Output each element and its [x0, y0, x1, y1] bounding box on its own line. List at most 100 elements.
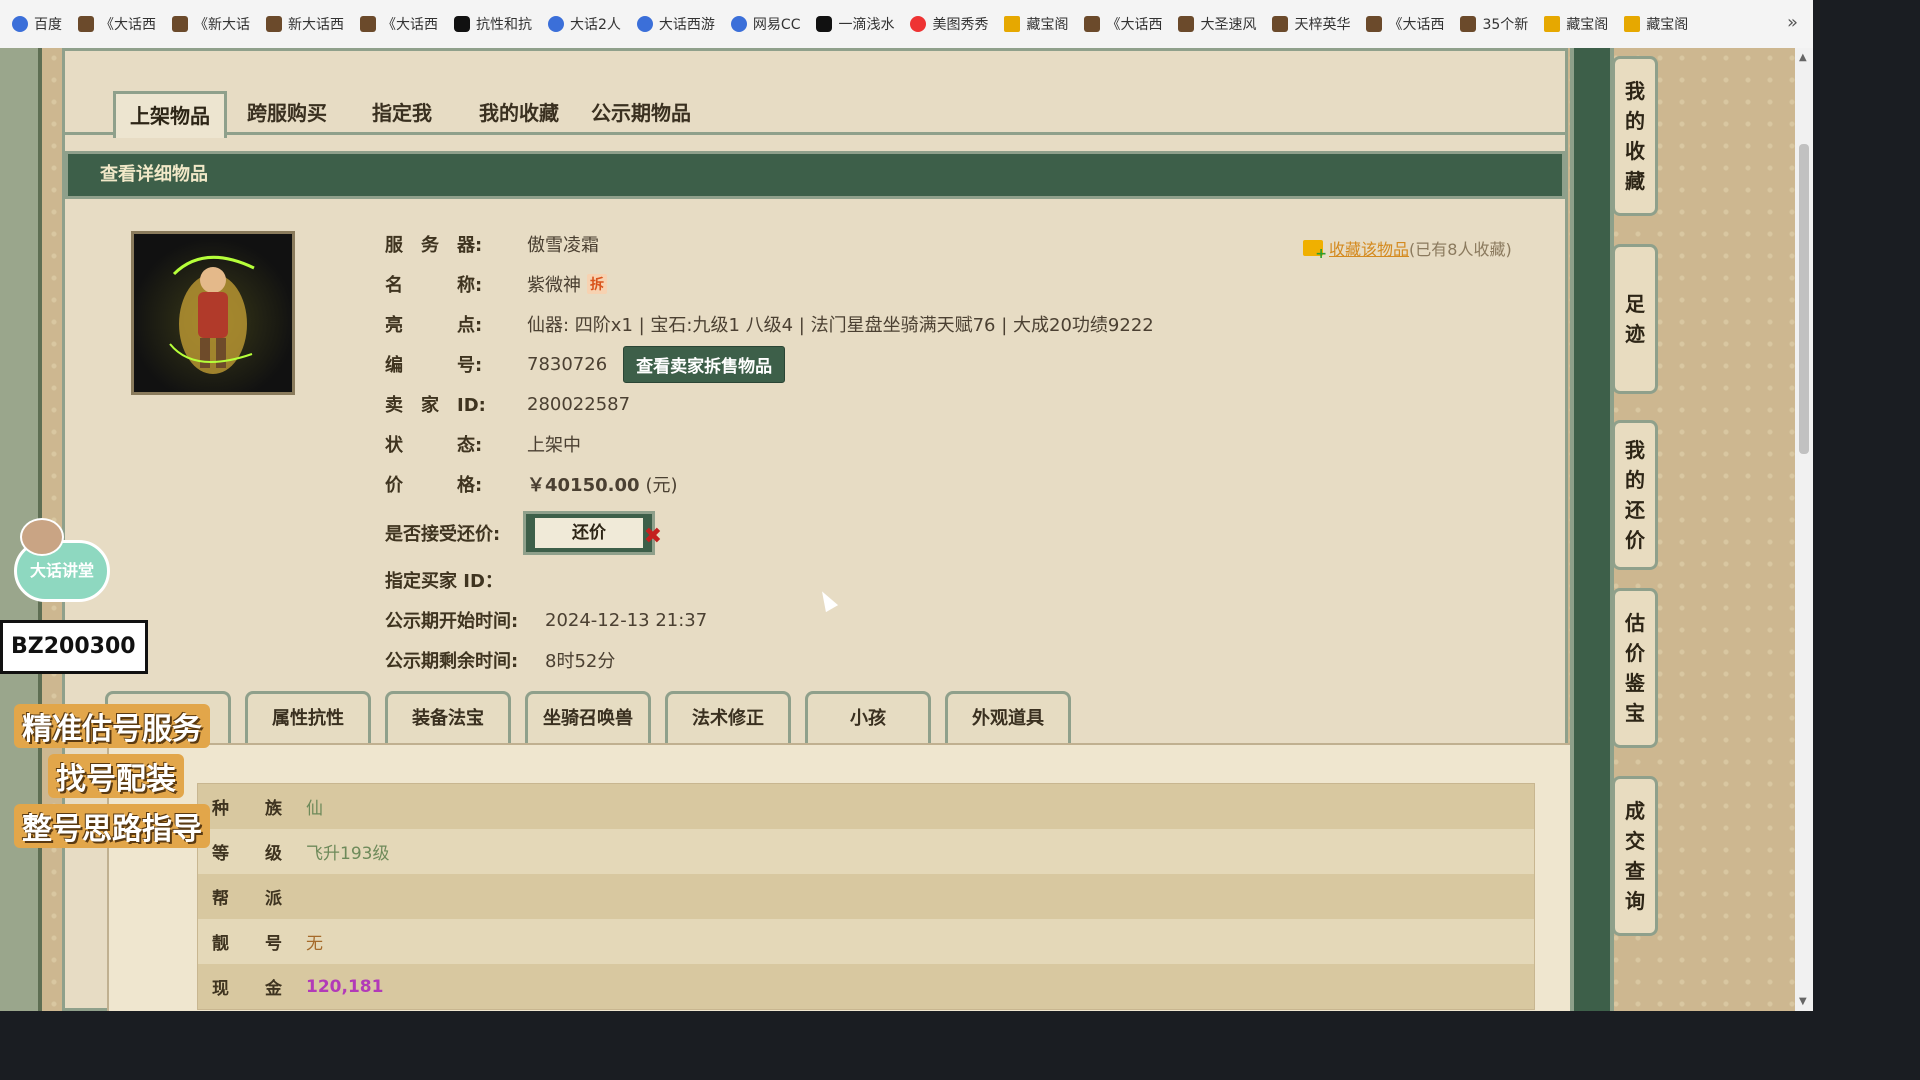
- bookmark-label: 藏宝阁: [1566, 17, 1609, 33]
- subtab-spells[interactable]: 法术修正: [665, 691, 791, 745]
- game-icon: [1460, 16, 1477, 32]
- status-label: 状 态:: [385, 435, 483, 456]
- doc-icon: [454, 16, 470, 32]
- scroll-thumb[interactable]: [1799, 144, 1809, 454]
- table-row: 等级飞升193级: [198, 829, 1534, 874]
- bookmark-item[interactable]: 35个新: [1460, 14, 1528, 34]
- bookmark-label: 大话西游: [658, 17, 715, 33]
- bookmark-item[interactable]: 天梓英华: [1272, 14, 1350, 34]
- side-footprint-button[interactable]: 足迹: [1612, 244, 1658, 394]
- bookmark-label: 藏宝阁: [1026, 17, 1069, 33]
- counter-offer-button[interactable]: 还价 ✖: [523, 511, 662, 555]
- server-label: 服 务 器:: [385, 235, 483, 256]
- subtab-mounts[interactable]: 坐骑召唤兽: [525, 691, 651, 745]
- side-nav-char: 藏: [1625, 169, 1645, 193]
- favorite-item: 收藏该物品 (已有8人收藏): [1303, 236, 1512, 262]
- bookmark-item[interactable]: 抗性和抗: [454, 14, 532, 34]
- bookmark-label: 《大话西: [1106, 17, 1163, 33]
- seller-label: 卖 家 ID:: [385, 395, 486, 416]
- tab-bar: 上架物品 跨服购买 指定我 我的收藏 公示期物品: [65, 51, 1565, 138]
- game-icon: [360, 16, 376, 32]
- side-nav-char: 询: [1625, 889, 1645, 913]
- bookmark-item[interactable]: 《大话西: [1366, 14, 1444, 34]
- promo-code: BZ200300: [0, 620, 148, 674]
- bookmark-item[interactable]: 《大话西: [78, 14, 156, 34]
- row-key-part: 金: [265, 979, 282, 999]
- side-appraisal-button[interactable]: 估价鉴宝: [1612, 588, 1658, 748]
- treasure-icon: [1624, 16, 1641, 32]
- tab-listed-items[interactable]: 上架物品: [113, 91, 227, 138]
- row-value: 无: [306, 934, 323, 954]
- tab-my-favorites[interactable]: 我的收藏: [465, 91, 573, 135]
- bookmark-item[interactable]: 藏宝阁: [1624, 14, 1688, 34]
- side-nav-char: 我: [1625, 79, 1645, 103]
- side-my-favorites-button[interactable]: 我的收藏: [1612, 56, 1658, 216]
- side-my-offers-button[interactable]: 我的还价: [1612, 420, 1658, 570]
- info-table: 种族仙等级飞升193级帮派靓号无现金 120,181: [197, 783, 1535, 1010]
- name-value: 紫微神: [527, 275, 581, 296]
- bookmark-item[interactable]: 大话2人: [548, 14, 621, 34]
- bookmark-item[interactable]: 《新大话: [172, 14, 250, 34]
- row-key: 靓号: [198, 929, 306, 954]
- favorite-link[interactable]: 收藏该物品: [1329, 236, 1409, 260]
- bookmark-label: 网易CC: [752, 17, 801, 33]
- bookmark-item[interactable]: 大圣速风: [1178, 14, 1256, 34]
- bookmark-item[interactable]: 《大话西: [360, 14, 438, 34]
- vertical-scrollbar[interactable]: ▲ ▼: [1795, 48, 1813, 1011]
- bookmark-label: 大圣速风: [1200, 17, 1257, 33]
- field-counter-offer: 是否接受还价: 还价 ✖: [385, 509, 662, 557]
- scroll-up-icon[interactable]: ▲: [1799, 52, 1807, 63]
- cc-icon: [730, 16, 747, 32]
- treasure-icon: [1544, 16, 1561, 32]
- bookmark-item[interactable]: 大话西游: [636, 14, 715, 34]
- bookmark-label: 新大话西: [288, 17, 344, 33]
- bookmark-item[interactable]: 藏宝阁: [1544, 14, 1608, 34]
- scroll-down-icon[interactable]: ▼: [1799, 996, 1807, 1007]
- bookmark-item[interactable]: 藏宝阁: [1004, 14, 1068, 34]
- side-nav-char: 收: [1625, 139, 1645, 163]
- tab-cross-server[interactable]: 跨服购买: [233, 91, 341, 135]
- close-icon: ✖: [643, 524, 662, 549]
- bookmark-label: 抗性和抗: [476, 17, 532, 33]
- side-nav-char: 足: [1625, 292, 1645, 316]
- row-key-part: 号: [265, 934, 282, 954]
- side-deal-query-button[interactable]: 成交查询: [1612, 776, 1658, 936]
- table-row: 帮派: [198, 874, 1534, 919]
- row-value: 飞升193级: [306, 844, 390, 864]
- view-seller-items-button[interactable]: 查看卖家拆售物品: [623, 345, 786, 383]
- table-row: 现金 120,181: [198, 964, 1534, 1009]
- bookmark-item[interactable]: 美图秀秀: [910, 14, 988, 34]
- field-name: 名 称: 紫微神 拆: [385, 269, 607, 299]
- game-icon: [266, 16, 282, 32]
- field-seller: 卖 家 ID: 280022587: [385, 389, 630, 419]
- buyer-label: 指定买家 ID：: [385, 571, 503, 592]
- side-nav-char: 价: [1625, 641, 1645, 665]
- bookmark-label: 35个新: [1482, 17, 1529, 33]
- field-server: 服 务 器: 傲雪凌霜: [385, 229, 599, 259]
- subtab-appearance[interactable]: 外观道具: [945, 691, 1071, 745]
- split-badge: 拆: [587, 274, 607, 294]
- subtab-child[interactable]: 小孩: [805, 691, 931, 745]
- subtab-equipment[interactable]: 装备法宝: [385, 691, 511, 745]
- bookmark-item[interactable]: 新大话西: [266, 14, 344, 34]
- status-value: 上架中: [527, 435, 581, 456]
- number-value: 7830726: [527, 353, 608, 375]
- netease-icon: [548, 16, 564, 32]
- bookmark-item[interactable]: 百度: [12, 14, 62, 34]
- tab-assigned-to-me[interactable]: 指定我: [358, 91, 446, 135]
- bookmark-item[interactable]: 《大话西: [1084, 14, 1162, 34]
- game-icon: [78, 16, 94, 32]
- row-key-part: 族: [265, 799, 282, 819]
- side-nav-char: 交: [1625, 829, 1645, 853]
- bookmark-label: 大话2人: [570, 17, 621, 33]
- bookmark-item[interactable]: 网易CC: [730, 14, 801, 34]
- side-nav-char: 迹: [1625, 322, 1645, 346]
- bookmarks-more-button[interactable]: »: [1787, 12, 1798, 33]
- server-value: 傲雪凌霜: [527, 235, 599, 256]
- tab-public-items[interactable]: 公示期物品: [577, 91, 705, 135]
- subtab-attributes[interactable]: 属性抗性: [245, 691, 371, 745]
- bookmarks-bar: 百度 《大话西 《新大话 新大话西 《大话西 抗性和抗 大话2人 大话西游 网易CC 一滴浅水 美图…: [0, 0, 1813, 49]
- field-public-start: 公示期开始时间: 2024-12-13 21:37: [385, 605, 707, 635]
- bookmark-item[interactable]: 一滴浅水: [816, 14, 894, 34]
- side-nav-char: 价: [1625, 528, 1645, 552]
